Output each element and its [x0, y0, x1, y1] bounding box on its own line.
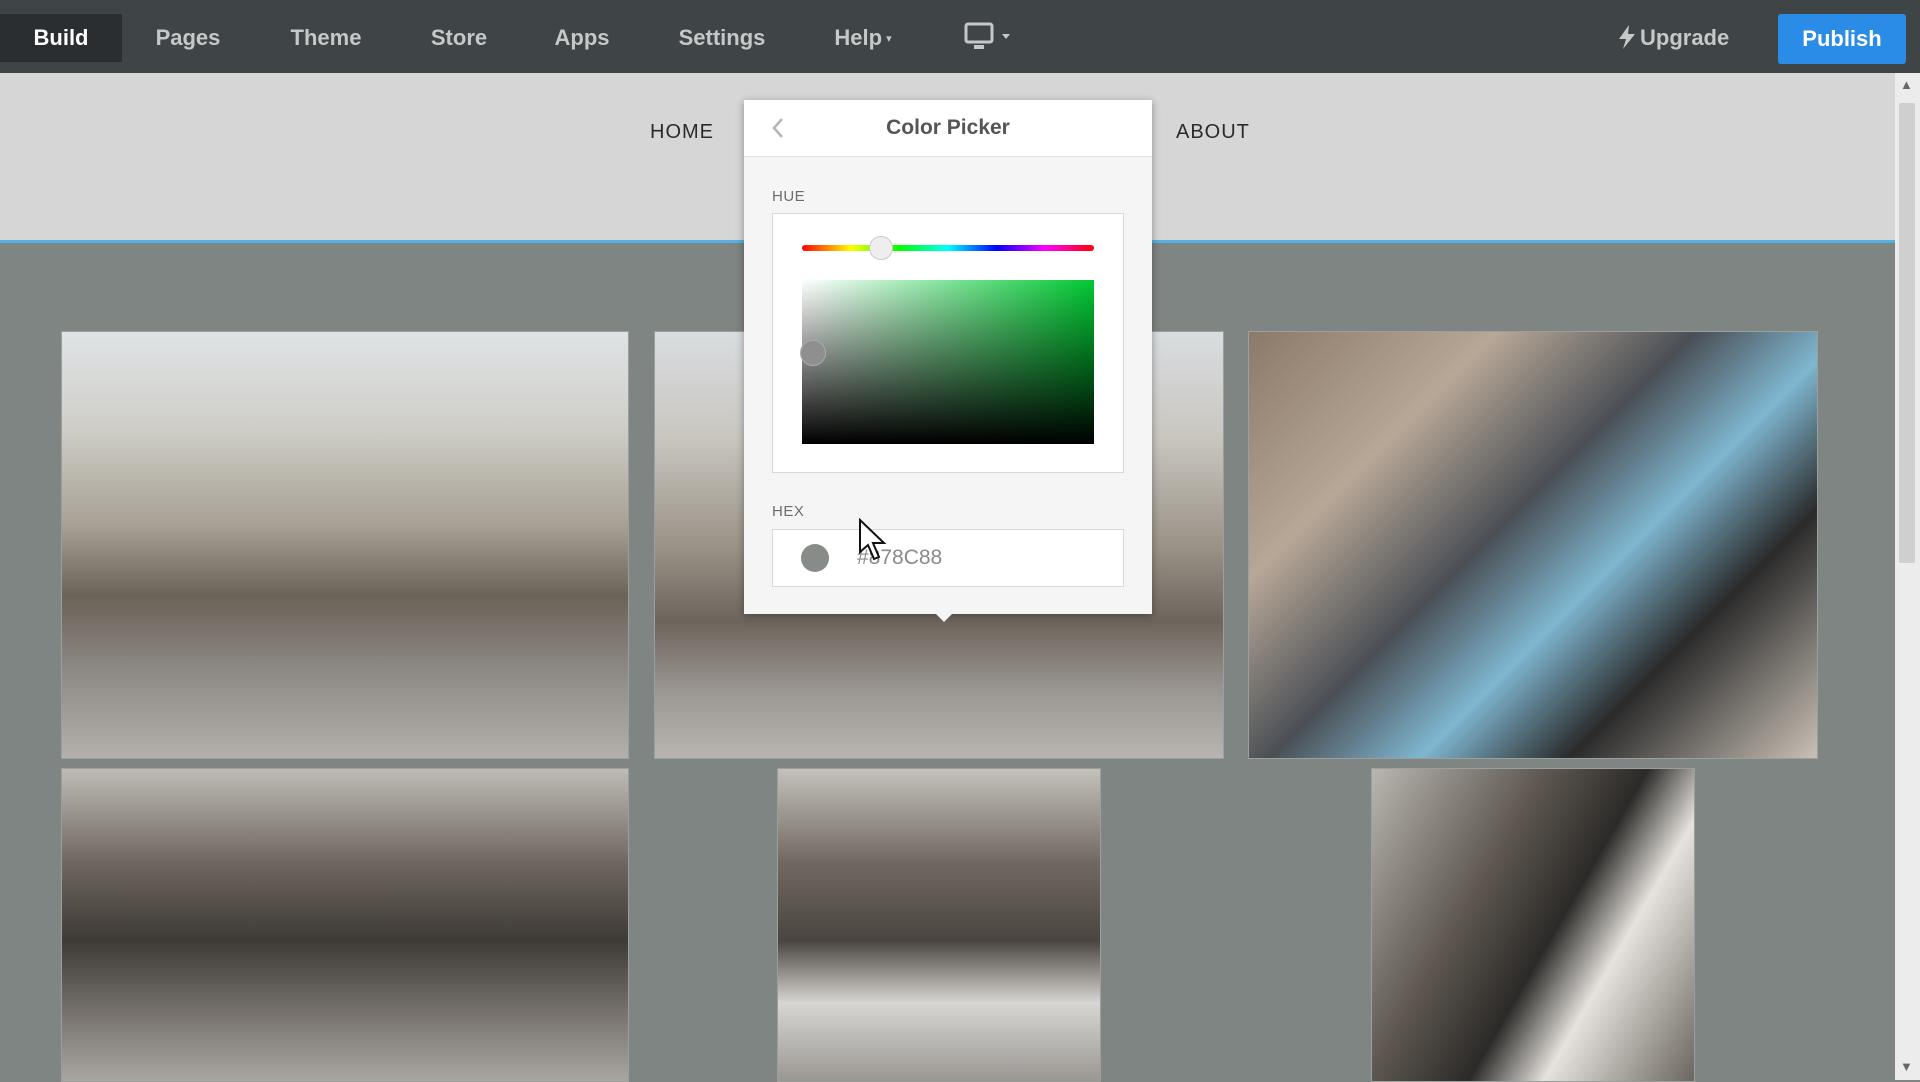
hue-slider[interactable]: [802, 245, 1094, 251]
tab-store-label: Store: [430, 25, 488, 50]
scroll-up-icon[interactable]: ▲: [1900, 77, 1913, 92]
tab-help-label: Help: [834, 25, 883, 50]
tab-apps-label: Apps: [554, 25, 610, 50]
site-nav-about[interactable]: ABOUT: [1176, 121, 1250, 144]
publish-label: Publish: [1802, 26, 1882, 51]
color-swatch: [801, 544, 829, 572]
saturation-value-field[interactable]: [802, 280, 1094, 444]
tab-apps[interactable]: Apps: [540, 14, 624, 62]
gallery-photo-3[interactable]: [1248, 331, 1818, 759]
tab-theme-label: Theme: [290, 25, 362, 50]
gallery-photo-1[interactable]: [61, 331, 629, 759]
color-picker-header: Color Picker: [744, 100, 1152, 157]
hue-slider-handle[interactable]: [869, 236, 893, 260]
editor-toolbar: Build Pages Theme Store Apps Settings He…: [0, 0, 1920, 73]
color-picker-panel: Color Picker HUE HEX #878C88: [744, 100, 1152, 614]
scrollbar-thumb[interactable]: [1899, 103, 1915, 563]
tab-pages[interactable]: Pages: [138, 14, 238, 62]
hue-controls: [772, 213, 1124, 473]
publish-button[interactable]: Publish: [1778, 14, 1906, 64]
upgrade-button[interactable]: Upgrade: [1618, 14, 1729, 62]
color-picker-title: Color Picker: [886, 116, 1010, 139]
hue-label: HUE: [772, 188, 806, 205]
chevron-down-icon: ▾: [886, 33, 892, 46]
scroll-down-icon[interactable]: ▼: [1900, 1059, 1913, 1074]
popover-pointer: [934, 612, 954, 622]
mouse-cursor-icon: [859, 518, 887, 561]
monitor-icon: [964, 22, 1010, 49]
tab-pages-label: Pages: [155, 25, 221, 50]
lightning-icon: [1619, 25, 1635, 49]
saturation-value-handle[interactable]: [800, 340, 826, 366]
gallery-photo-6[interactable]: [1371, 768, 1695, 1082]
hex-label: HEX: [772, 503, 805, 520]
page-scrollbar[interactable]: ▲ ▼: [1895, 73, 1920, 1080]
site-nav-home[interactable]: HOME: [650, 121, 714, 144]
tab-build-label: Build: [33, 25, 89, 50]
tab-store[interactable]: Store: [412, 14, 506, 62]
device-preview-button[interactable]: [964, 22, 1024, 56]
hex-field[interactable]: #878C88: [772, 529, 1124, 587]
tab-settings[interactable]: Settings: [664, 14, 780, 62]
upgrade-label: Upgrade: [1640, 25, 1730, 50]
gallery-photo-5[interactable]: [777, 768, 1101, 1082]
tab-settings-label: Settings: [678, 25, 766, 50]
tab-build[interactable]: Build: [0, 14, 122, 62]
tab-theme[interactable]: Theme: [272, 14, 380, 62]
tab-help[interactable]: Help ▾: [822, 14, 904, 62]
gallery-photo-4[interactable]: [61, 768, 629, 1082]
